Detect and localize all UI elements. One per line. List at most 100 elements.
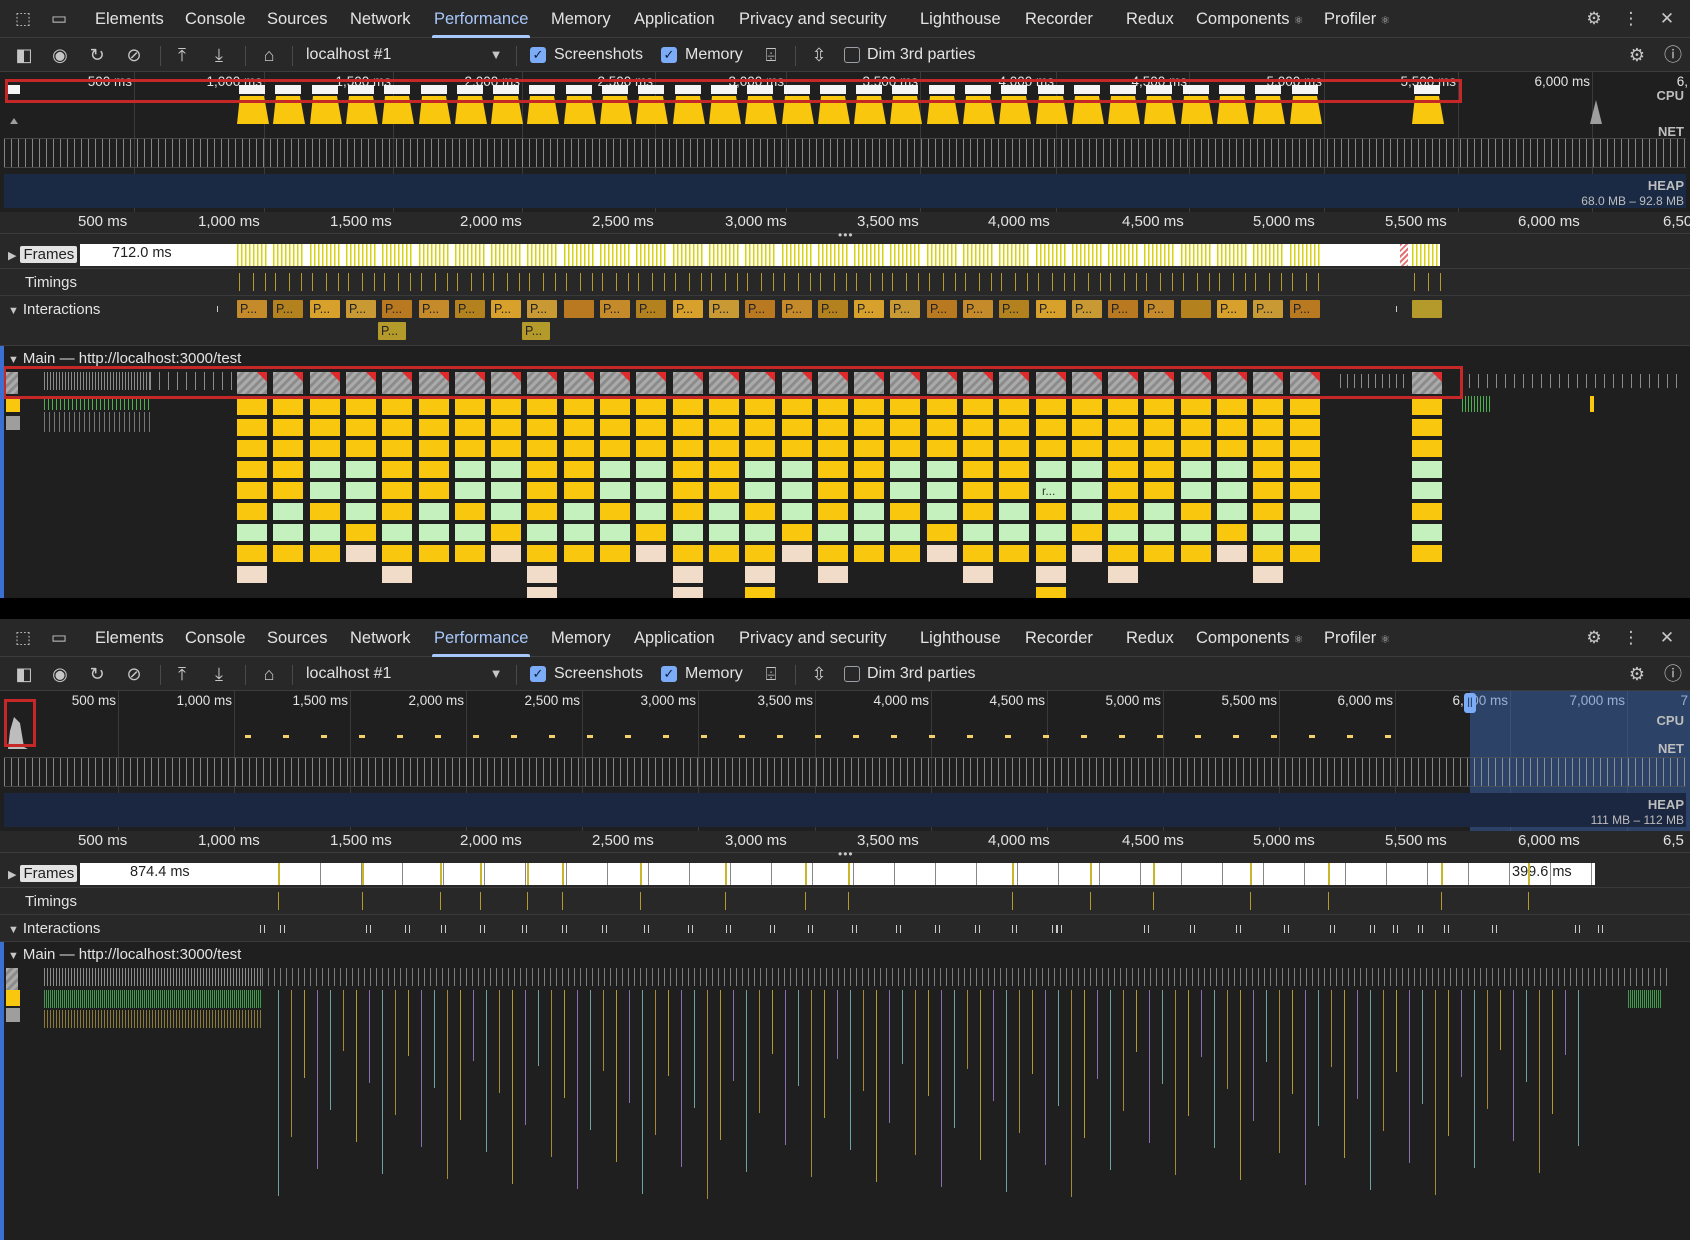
flame-cell[interactable]: [999, 398, 1029, 417]
flame-cell[interactable]: [1072, 398, 1102, 417]
flame-cell[interactable]: [564, 482, 594, 501]
flame-cell[interactable]: [1144, 419, 1174, 438]
timings-track[interactable]: Timings: [0, 888, 1690, 915]
garbage-collect-icon[interactable]: ⌹: [759, 663, 783, 687]
flame-cell[interactable]: [527, 587, 557, 598]
collapse-icon[interactable]: ▼: [8, 950, 19, 962]
long-task[interactable]: [927, 372, 957, 394]
interaction-marker[interactable]: [808, 925, 813, 933]
flame-cell[interactable]: [527, 398, 557, 417]
interaction-marker[interactable]: [1575, 925, 1580, 933]
flame-cell[interactable]: [963, 524, 993, 543]
flame-cell[interactable]: [564, 398, 594, 417]
flame-cell[interactable]: [1181, 419, 1211, 438]
tab-elements[interactable]: Elements: [95, 0, 164, 38]
flame-cell[interactable]: [600, 419, 630, 438]
interaction-marker[interactable]: [1418, 925, 1423, 933]
flame-cell[interactable]: [1217, 545, 1247, 564]
collapse-icon[interactable]: ▼: [8, 354, 19, 366]
flame-cell[interactable]: [963, 461, 993, 480]
flame-cell[interactable]: [818, 461, 848, 480]
flame-cell[interactable]: [1036, 524, 1066, 543]
collapse-tracks-icon[interactable]: ⇳: [807, 663, 831, 687]
flame-cell[interactable]: [745, 524, 775, 543]
flame-cell[interactable]: [1036, 419, 1066, 438]
tab-privacy-and-security[interactable]: Privacy and security: [739, 0, 887, 38]
flame-cell[interactable]: [1181, 398, 1211, 417]
flame-cell[interactable]: [491, 461, 521, 480]
flame-cell[interactable]: [1144, 482, 1174, 501]
flame-cell[interactable]: [273, 398, 303, 417]
chevron-down-icon[interactable]: ▼: [484, 663, 508, 687]
interaction-marker[interactable]: [1444, 925, 1449, 933]
tab-console[interactable]: Console: [185, 0, 246, 38]
flame-cell[interactable]: [673, 545, 703, 564]
resize-handle[interactable]: •••: [838, 847, 854, 861]
flame-cell[interactable]: [310, 545, 340, 564]
interaction-block[interactable]: P...: [237, 300, 267, 318]
interaction-marker[interactable]: [896, 925, 901, 933]
flame-cell[interactable]: [673, 440, 703, 459]
flame-cell[interactable]: [745, 482, 775, 501]
flame-cell[interactable]: [963, 440, 993, 459]
timeline-overview[interactable]: 500 ms 1,000 ms 1,500 ms 2,000 ms 2,500 ms 3,…: [0, 691, 1690, 831]
flame-cell[interactable]: [1072, 482, 1102, 501]
interaction-block[interactable]: P...: [522, 322, 550, 340]
flame-cell[interactable]: [1072, 440, 1102, 459]
interaction-marker[interactable]: [1190, 925, 1195, 933]
tab-recorder[interactable]: Recorder: [1025, 619, 1093, 657]
flame-cell[interactable]: [600, 461, 630, 480]
flame-cell[interactable]: [745, 545, 775, 564]
flame-cell[interactable]: [600, 482, 630, 501]
long-task[interactable]: [818, 372, 848, 394]
tab-recorder[interactable]: Recorder: [1025, 0, 1093, 38]
long-task[interactable]: [1108, 372, 1138, 394]
device-toolbar-icon[interactable]: ▭: [48, 627, 70, 649]
flame-cell[interactable]: [564, 545, 594, 564]
interaction-block[interactable]: P...: [1072, 300, 1102, 318]
dim-third-parties-label[interactable]: Dim 3rd parties: [867, 657, 975, 691]
interaction-marker[interactable]: [726, 925, 731, 933]
flame-cell[interactable]: [527, 503, 557, 522]
flame-cell[interactable]: [455, 461, 485, 480]
flame-cell[interactable]: [1217, 482, 1247, 501]
flame-cell[interactable]: [745, 398, 775, 417]
interaction-marker[interactable]: [405, 925, 410, 933]
interaction-marker[interactable]: [522, 925, 527, 933]
flame-cell[interactable]: [745, 440, 775, 459]
interaction-marker[interactable]: [1330, 925, 1335, 933]
flame-cell[interactable]: [1290, 482, 1320, 501]
flame-cell[interactable]: [527, 419, 557, 438]
tab-privacy-and-security[interactable]: Privacy and security: [739, 619, 887, 657]
interaction-block[interactable]: P...: [310, 300, 340, 318]
flame-cell[interactable]: [1412, 524, 1442, 543]
sidebar-toggle-icon[interactable]: ◧: [12, 44, 36, 68]
frames-track[interactable]: ▶ Frames 874.4 ms 399.6 ms: [0, 860, 1690, 888]
interaction-block[interactable]: P...: [273, 300, 303, 318]
clear-icon[interactable]: ⊘: [122, 663, 146, 687]
flame-cell[interactable]: [310, 440, 340, 459]
interaction-block[interactable]: P...: [1253, 300, 1283, 318]
flame-cell[interactable]: [999, 482, 1029, 501]
flame-cell[interactable]: [564, 503, 594, 522]
flame-cell[interactable]: [999, 461, 1029, 480]
flame-cell[interactable]: [564, 440, 594, 459]
save-profile-icon[interactable]: ⤓: [207, 663, 231, 687]
flame-cell[interactable]: [273, 419, 303, 438]
long-task[interactable]: [6, 968, 18, 990]
flame-cell[interactable]: [310, 461, 340, 480]
flame-cell[interactable]: [1290, 398, 1320, 417]
target-select[interactable]: localhost #1: [306, 38, 391, 72]
flame-cell[interactable]: [455, 482, 485, 501]
help-icon[interactable]: ⓘ: [1661, 663, 1685, 687]
long-task[interactable]: [1036, 372, 1066, 394]
flame-cell[interactable]: [673, 482, 703, 501]
long-task[interactable]: [673, 372, 703, 394]
flame-cell[interactable]: [1217, 398, 1247, 417]
flame-cell[interactable]: [310, 398, 340, 417]
flame-cell[interactable]: [963, 503, 993, 522]
flame-cell[interactable]: [1217, 524, 1247, 543]
long-task[interactable]: [491, 372, 521, 394]
flame-cell[interactable]: [1253, 440, 1283, 459]
flame-cell[interactable]: [382, 566, 412, 585]
